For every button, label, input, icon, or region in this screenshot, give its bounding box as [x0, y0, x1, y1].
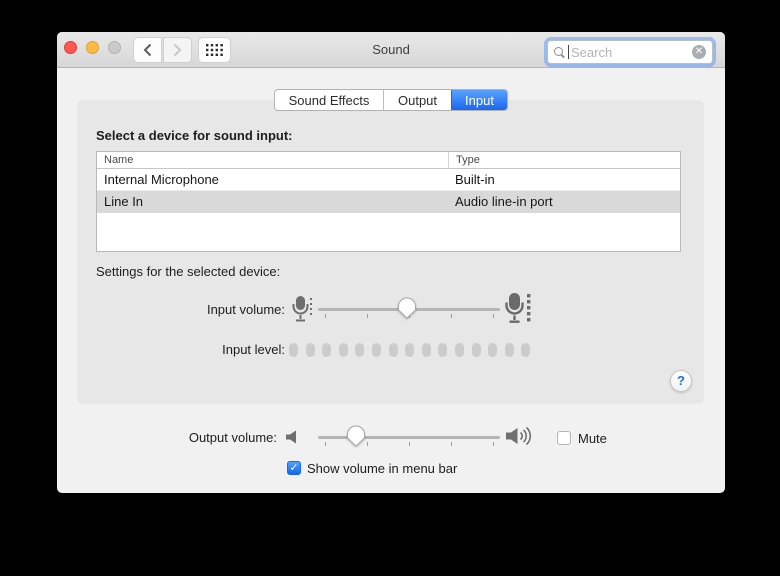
input-level-meter	[289, 343, 531, 357]
level-segment	[521, 343, 531, 357]
slider-thumb[interactable]	[346, 425, 366, 447]
level-segment	[355, 343, 365, 357]
mute-label: Mute	[578, 431, 607, 446]
slider-thumb[interactable]	[397, 297, 417, 319]
level-segment	[322, 343, 332, 357]
sound-preferences-window: Sound ✕ Sound Effects Output Input Selec…	[57, 32, 725, 493]
show-volume-checkbox[interactable]: ✓	[287, 461, 301, 475]
device-table-body: Internal Microphone Built-in Line In Audio …	[97, 169, 680, 213]
table-header: Name Type	[97, 152, 680, 169]
device-table: Name Type Internal Microphone Built-in Lin…	[96, 151, 681, 252]
tab-output[interactable]: Output	[383, 90, 451, 110]
cell-name: Internal Microphone	[104, 172, 219, 187]
search-input[interactable]	[569, 44, 692, 60]
desktop-background: Sound ✕ Sound Effects Output Input Selec…	[0, 0, 780, 576]
search-icon	[554, 46, 565, 58]
output-volume-label: Output volume:	[188, 430, 277, 445]
level-segment	[471, 343, 481, 357]
level-segment	[388, 343, 398, 357]
input-volume-label: Input volume:	[206, 302, 285, 317]
mute-checkbox[interactable]	[557, 431, 571, 445]
output-volume-slider[interactable]	[318, 425, 500, 451]
tab-bar: Sound Effects Output Input	[274, 89, 508, 111]
level-segment	[289, 343, 298, 357]
speaker-quiet-icon	[285, 430, 299, 449]
column-header-type[interactable]: Type	[448, 152, 480, 168]
table-row[interactable]: Line In Audio line-in port	[97, 191, 680, 213]
level-segment	[371, 343, 381, 357]
title-bar[interactable]: Sound ✕	[57, 32, 725, 68]
column-header-name[interactable]: Name	[97, 152, 448, 168]
input-level-label: Input level:	[222, 342, 285, 357]
level-segment	[421, 343, 431, 357]
tab-sound-effects[interactable]: Sound Effects	[275, 90, 383, 110]
cell-type: Audio line-in port	[455, 194, 553, 209]
input-tab-panel: Select a device for sound input: Name Ty…	[77, 100, 704, 404]
select-device-label: Select a device for sound input:	[96, 128, 293, 143]
level-segment	[305, 343, 315, 357]
clear-search-icon[interactable]: ✕	[692, 45, 706, 59]
cell-name: Line In	[104, 194, 144, 209]
level-segment	[438, 343, 448, 357]
level-segment	[338, 343, 348, 357]
level-segment	[504, 343, 514, 357]
speaker-loud-icon	[505, 426, 533, 451]
table-row[interactable]: Internal Microphone Built-in	[97, 169, 680, 191]
cell-type: Built-in	[455, 172, 495, 187]
tab-input[interactable]: Input	[451, 90, 507, 110]
level-segment	[454, 343, 464, 357]
level-segment	[405, 343, 415, 357]
microphone-quiet-icon	[292, 295, 313, 328]
level-segment	[488, 343, 498, 357]
microphone-loud-icon	[505, 292, 532, 329]
settings-label: Settings for the selected device:	[96, 264, 281, 279]
help-button[interactable]: ?	[670, 370, 692, 392]
input-volume-slider[interactable]	[318, 297, 500, 323]
show-volume-label: Show volume in menu bar	[307, 461, 458, 476]
search-field[interactable]: ✕	[547, 40, 713, 64]
